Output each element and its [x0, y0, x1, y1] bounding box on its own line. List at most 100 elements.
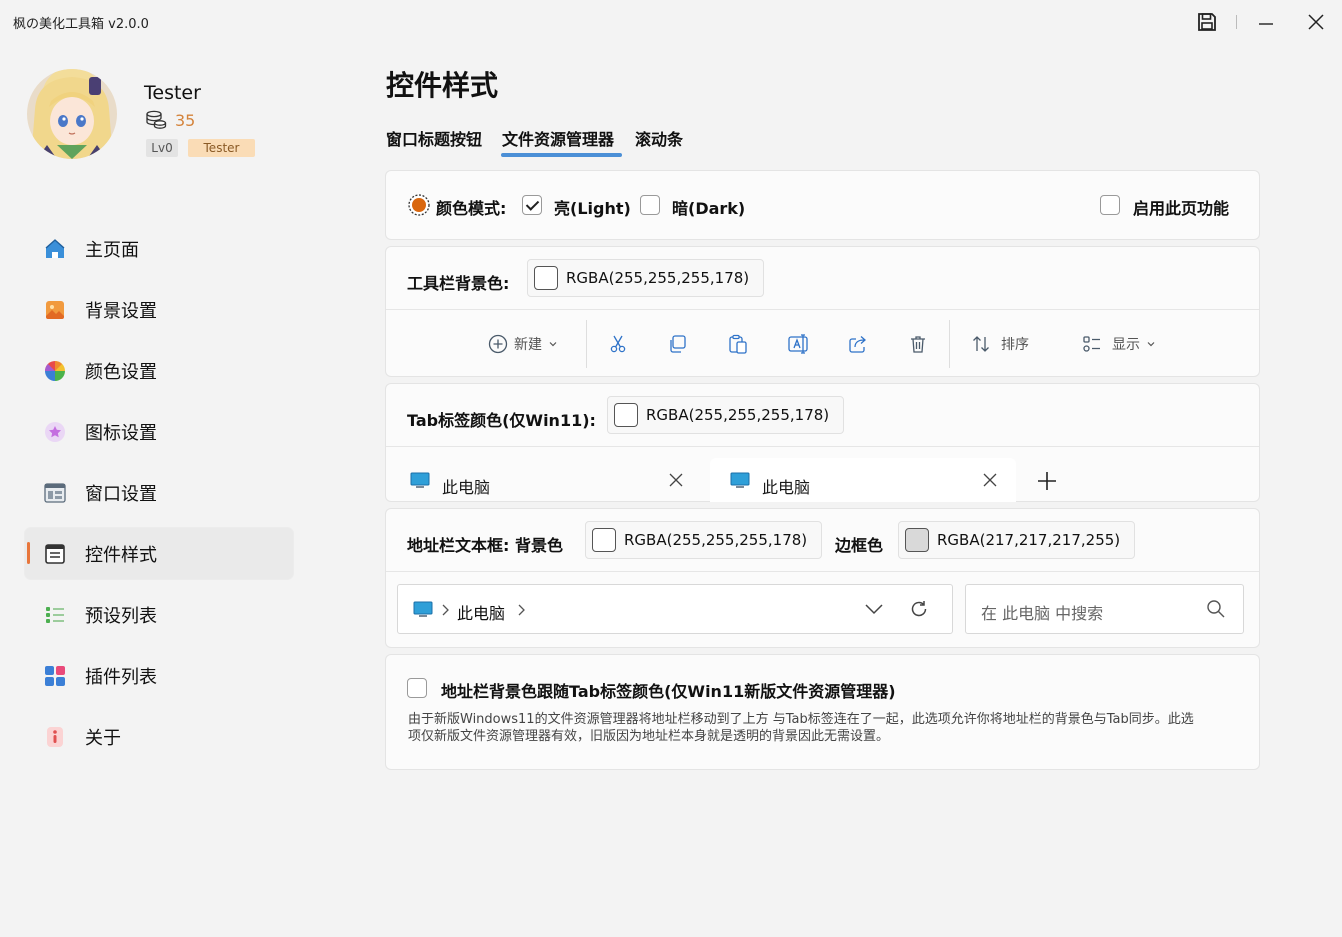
- computer-icon: [410, 472, 430, 488]
- share-icon: [849, 336, 866, 353]
- sidebar-item-home[interactable]: 主页面: [25, 223, 293, 274]
- view-button[interactable]: 显示: [1082, 310, 1156, 378]
- enable-page-checkbox[interactable]: [1100, 195, 1120, 215]
- chevron-right-icon: [442, 604, 449, 616]
- close-tab-icon[interactable]: [983, 473, 997, 487]
- tab-indicator: [501, 153, 622, 157]
- tab-title-buttons[interactable]: 窗口标题按钮: [386, 126, 482, 150]
- sidebar-item-plugins[interactable]: 插件列表: [25, 650, 293, 701]
- share-button[interactable]: [848, 310, 868, 378]
- tab-color-field[interactable]: RGBA(255,255,255,178): [607, 396, 844, 434]
- enable-page-label: 启用此页功能: [1133, 199, 1230, 218]
- sidebar-item-label: 主页面: [85, 239, 139, 261]
- plugin-icon: [45, 666, 65, 686]
- border-color-swatch: [905, 528, 929, 552]
- toolbar-bg-swatch: [534, 266, 558, 290]
- light-mode-label: 亮(Light): [554, 199, 631, 218]
- explorer-tabs-preview: 此电脑 此电脑: [386, 458, 1259, 502]
- toolbar-bg-color-field[interactable]: RGBA(255,255,255,178): [527, 259, 764, 297]
- chevron-right-icon: [518, 604, 525, 616]
- address-path-label[interactable]: 此电脑: [457, 600, 505, 624]
- refresh-icon[interactable]: [909, 599, 929, 619]
- scissors-icon: [610, 335, 626, 353]
- tab-file-explorer[interactable]: 文件资源管理器: [502, 126, 614, 150]
- tab-scrollbar[interactable]: 滚动条: [635, 126, 683, 150]
- color-mode-icon: [408, 194, 430, 216]
- new-button[interactable]: 新建: [488, 310, 558, 378]
- history-dropdown-icon[interactable]: [864, 601, 884, 617]
- toolbar-bg-value: RGBA(255,255,255,178): [566, 269, 750, 287]
- sidebar-item-label: 插件列表: [85, 666, 157, 688]
- sidebar-item-label: 窗口设置: [85, 483, 157, 505]
- info-icon: [47, 727, 63, 747]
- sidebar-item-label: 背景设置: [85, 300, 157, 322]
- toolbar-bg-card: 工具栏背景色: RGBA(255,255,255,178) 新建 排序 显示: [385, 246, 1260, 377]
- light-mode-checkbox[interactable]: [522, 195, 542, 215]
- new-tab-icon[interactable]: [1037, 471, 1057, 491]
- tab-color-value: RGBA(255,255,255,178): [646, 406, 830, 424]
- address-bg-color-field[interactable]: RGBA(255,255,255,178): [585, 521, 822, 559]
- card-divider: [386, 446, 1259, 447]
- avatar[interactable]: [27, 69, 117, 159]
- sidebar-item-label: 颜色设置: [85, 361, 157, 383]
- paste-icon: [729, 334, 747, 354]
- sidebar-item-label: 关于: [85, 727, 121, 749]
- minimize-button[interactable]: [1246, 6, 1286, 38]
- sort-button[interactable]: 排序: [971, 310, 1029, 378]
- sidebar-item-icons[interactable]: 图标设置: [25, 406, 293, 457]
- home-icon: [45, 239, 65, 258]
- sidebar-item-presets[interactable]: 预设列表: [25, 589, 293, 640]
- chevron-down-icon: [1147, 342, 1155, 347]
- dark-mode-checkbox[interactable]: [640, 195, 660, 215]
- coins-icon: [146, 110, 167, 129]
- sidebar-item-background[interactable]: 背景设置: [25, 284, 293, 335]
- address-bg-value: RGBA(255,255,255,178): [624, 531, 808, 549]
- sidebar-item-controls[interactable]: 控件样式: [25, 528, 293, 579]
- save-button[interactable]: [1187, 6, 1227, 38]
- close-button[interactable]: [1296, 6, 1336, 38]
- tab-color-swatch: [614, 403, 638, 427]
- address-bar-preview[interactable]: 此电脑: [397, 584, 953, 634]
- search-placeholder: 在 此电脑 中搜索: [981, 604, 1104, 623]
- chevron-down-icon: [549, 342, 557, 347]
- border-color-label: 边框色: [835, 536, 884, 555]
- copy-button[interactable]: [667, 310, 687, 378]
- page-title: 控件样式: [386, 69, 499, 102]
- computer-icon: [413, 601, 433, 617]
- explorer-tab-label: 此电脑: [762, 478, 811, 497]
- sidebar-item-label: 图标设置: [85, 422, 157, 444]
- copy-icon: [670, 335, 686, 353]
- picture-icon: [46, 301, 64, 319]
- follow-tab-color-label: 地址栏背景色跟随Tab标签颜色(仅Win11新版文件资源管理器): [441, 682, 896, 701]
- sidebar-item-window[interactable]: 窗口设置: [25, 467, 293, 518]
- toolbar-separator: [586, 320, 587, 368]
- list-icon: [46, 607, 64, 623]
- toolbar-bg-label: 工具栏背景色:: [407, 274, 510, 293]
- explorer-tab-active[interactable]: 此电脑: [710, 458, 1016, 502]
- sidebar-item-label: 预设列表: [85, 605, 157, 627]
- username: Tester: [144, 82, 201, 104]
- color-mode-card: 颜色模式: 亮(Light) 暗(Dark) 启用此页功能: [385, 170, 1260, 240]
- save-icon: [1198, 13, 1216, 31]
- border-color-field[interactable]: RGBA(217,217,217,255): [898, 521, 1135, 559]
- view-label: 显示: [1112, 337, 1140, 353]
- explorer-tab[interactable]: 此电脑: [386, 458, 704, 502]
- card-divider: [386, 571, 1259, 572]
- follow-tab-color-description: 由于新版Windows11的文件资源管理器将地址栏移动到了上方 与Tab标签连在…: [408, 712, 1194, 744]
- tab-color-card: Tab标签颜色(仅Win11): RGBA(255,255,255,178) 此…: [385, 383, 1260, 502]
- title-bar: 枫の美化工具箱 v2.0.0: [0, 0, 1342, 44]
- search-box-preview[interactable]: 在 此电脑 中搜索: [965, 584, 1244, 634]
- cut-button[interactable]: [608, 310, 628, 378]
- close-tab-icon[interactable]: [669, 473, 683, 487]
- rename-button[interactable]: [788, 310, 810, 378]
- paste-button[interactable]: [728, 310, 748, 378]
- level-badge: Lv0: [146, 139, 178, 157]
- sort-icon: [973, 336, 989, 352]
- follow-tab-color-checkbox[interactable]: [407, 678, 427, 698]
- address-bar-card: 地址栏文本框: 背景色 RGBA(255,255,255,178) 边框色 RG…: [385, 508, 1260, 648]
- sidebar-item-about[interactable]: 关于: [25, 711, 293, 762]
- sidebar-item-label: 控件样式: [85, 544, 157, 566]
- delete-button[interactable]: [908, 310, 928, 378]
- sort-label: 排序: [1001, 337, 1029, 353]
- sidebar-item-colors[interactable]: 颜色设置: [25, 345, 293, 396]
